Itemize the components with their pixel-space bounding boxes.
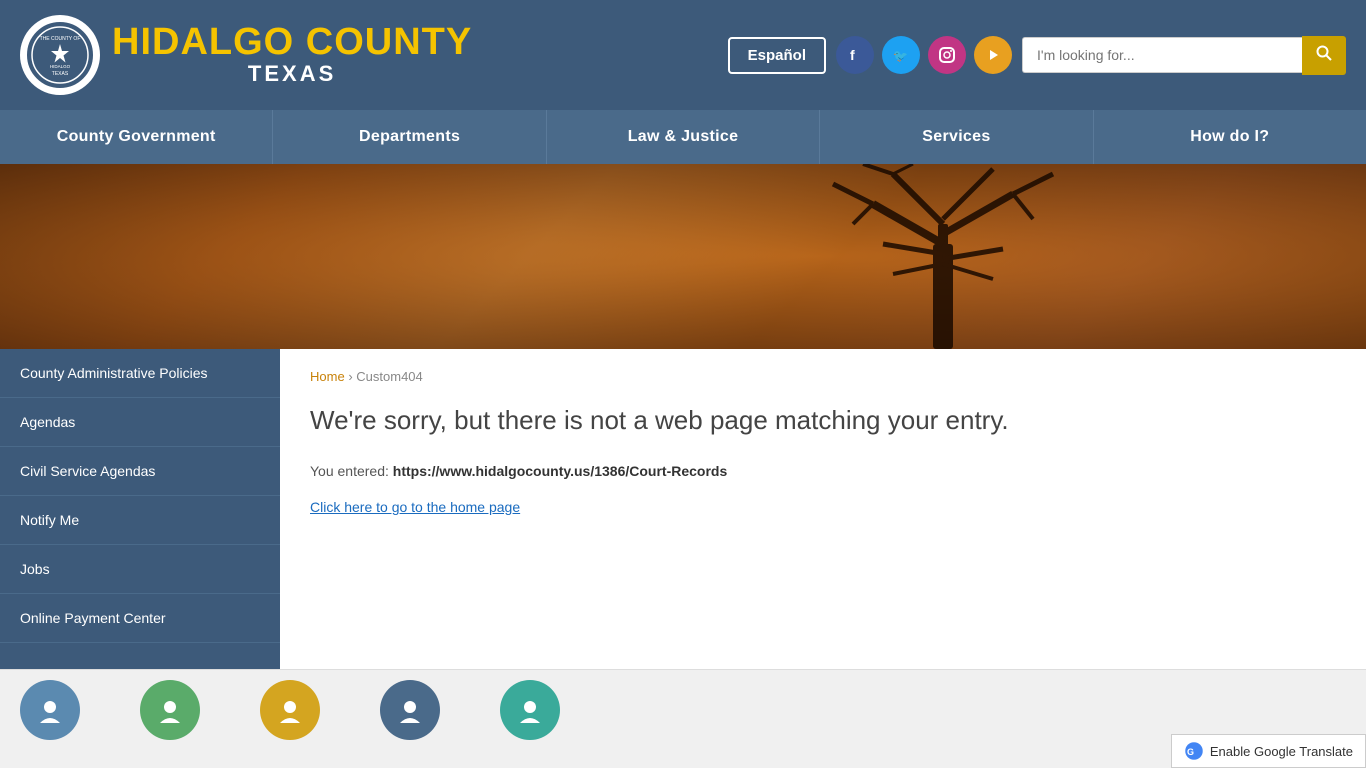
entered-url: https://www.hidalgocounty.us/1386/Court-… xyxy=(393,463,727,479)
footer-icon-navy[interactable] xyxy=(380,680,440,740)
county-seal: THE COUNTY OF TEXAS HIDALGO xyxy=(20,15,100,95)
footer-icon-gold[interactable] xyxy=(260,680,320,740)
main-nav: County Government Departments Law & Just… xyxy=(0,110,1366,164)
nav-services[interactable]: Services xyxy=(820,110,1093,164)
espanol-button[interactable]: Español xyxy=(728,37,826,74)
nav-county-government[interactable]: County Government xyxy=(0,110,273,164)
header-right: Español f 🐦 xyxy=(728,36,1346,75)
google-translate-bar[interactable]: G Enable Google Translate xyxy=(1171,734,1366,768)
site-header: THE COUNTY OF TEXAS HIDALGO HIDALGO COUN… xyxy=(0,0,1366,110)
instagram-icon[interactable] xyxy=(928,36,966,74)
main-content: Home › Custom404 We're sorry, but there … xyxy=(280,349,1366,669)
footer-icons xyxy=(20,680,560,740)
nav-departments[interactable]: Departments xyxy=(273,110,546,164)
error-heading: We're sorry, but there is not a web page… xyxy=(310,404,1336,438)
hero-tree-svg xyxy=(793,164,1093,349)
breadcrumb-current: Custom404 xyxy=(356,369,422,384)
footer-bar xyxy=(0,669,1366,749)
you-entered-prefix: You entered: xyxy=(310,463,393,479)
site-name: HIDALGO COUNTY xyxy=(112,23,472,61)
svg-text:TEXAS: TEXAS xyxy=(52,71,69,77)
site-title: HIDALGO COUNTY TEXAS xyxy=(112,23,472,87)
google-translate-label: Enable Google Translate xyxy=(1210,744,1353,759)
you-entered: You entered: https://www.hidalgocounty.u… xyxy=(310,463,1336,479)
youtube-icon[interactable] xyxy=(974,36,1012,74)
facebook-icon[interactable]: f xyxy=(836,36,874,74)
footer-icon-green[interactable] xyxy=(140,680,200,740)
logo-area: THE COUNTY OF TEXAS HIDALGO HIDALGO COUN… xyxy=(20,15,472,95)
svg-text:THE COUNTY OF: THE COUNTY OF xyxy=(40,36,81,42)
svg-text:G: G xyxy=(1187,747,1194,757)
breadcrumb: Home › Custom404 xyxy=(310,369,1336,384)
sidebar-item-civil-service[interactable]: Civil Service Agendas xyxy=(0,447,280,496)
sidebar-item-payment[interactable]: Online Payment Center xyxy=(0,594,280,643)
sidebar-item-jobs[interactable]: Jobs xyxy=(0,545,280,594)
svg-text:🐦: 🐦 xyxy=(893,49,908,63)
site-subtitle: TEXAS xyxy=(112,61,472,87)
home-link[interactable]: Click here to go to the home page xyxy=(310,499,520,515)
hero-overlay xyxy=(0,164,1366,349)
search-button[interactable] xyxy=(1302,36,1346,75)
sidebar-item-admin-policies[interactable]: County Administrative Policies xyxy=(0,349,280,398)
twitter-icon[interactable]: 🐦 xyxy=(882,36,920,74)
breadcrumb-separator: › xyxy=(348,369,352,384)
nav-how-do-i[interactable]: How do I? xyxy=(1094,110,1366,164)
sidebar-item-agendas[interactable]: Agendas xyxy=(0,398,280,447)
svg-text:f: f xyxy=(850,47,855,63)
nav-law-justice[interactable]: Law & Justice xyxy=(547,110,820,164)
content-area: County Administrative Policies Agendas C… xyxy=(0,349,1366,669)
search-input[interactable] xyxy=(1022,37,1302,73)
social-icons: f 🐦 xyxy=(836,36,1012,74)
google-translate-icon: G xyxy=(1184,741,1204,761)
search-area xyxy=(1022,36,1346,75)
svg-text:HIDALGO: HIDALGO xyxy=(50,64,71,69)
sidebar-item-notify-me[interactable]: Notify Me xyxy=(0,496,280,545)
sidebar: County Administrative Policies Agendas C… xyxy=(0,349,280,669)
footer-icon-blue[interactable] xyxy=(20,680,80,740)
hero-image xyxy=(0,164,1366,349)
footer-icon-teal[interactable] xyxy=(500,680,560,740)
breadcrumb-home[interactable]: Home xyxy=(310,369,345,384)
